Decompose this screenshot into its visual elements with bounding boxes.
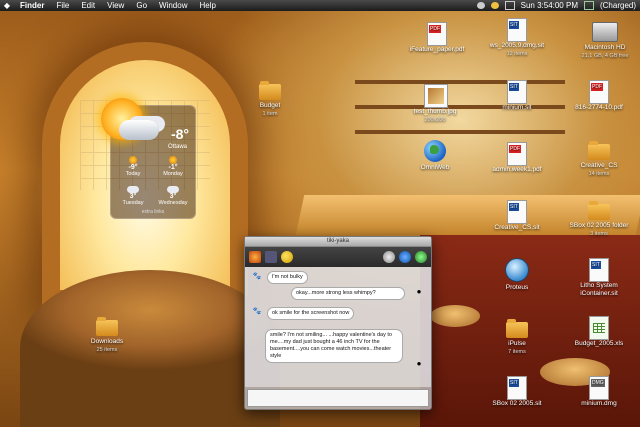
smiley-icon[interactable]: [281, 251, 293, 263]
archive-icon: [507, 376, 527, 400]
person-avatar-icon: ●: [416, 287, 422, 296]
weather-city: Ottawa: [167, 144, 187, 150]
display-icon[interactable]: [504, 1, 515, 10]
folder-icon: [588, 201, 610, 220]
wallpaper-steps: [20, 270, 280, 427]
image-file-icon: [424, 84, 448, 108]
menu-bar: ◆ Finder File Edit View Go Window Help S…: [0, 0, 640, 11]
desktop-icon-creative-sit[interactable]: Creative_CS.sit: [482, 200, 552, 232]
globe-icon: [424, 140, 446, 162]
menu-go[interactable]: Go: [130, 1, 153, 10]
menu-file[interactable]: File: [50, 1, 75, 10]
chat-message: okay...more strong less whimpy?: [291, 287, 405, 300]
cat-avatar-icon: 🐾: [252, 308, 262, 315]
weather-current-temp: -8°: [170, 126, 189, 142]
pdf-icon: [589, 80, 609, 104]
apple-menu-icon[interactable]: ◆: [0, 1, 14, 10]
chat-message: smile? I'm not smiling... ...happy valen…: [265, 329, 403, 363]
desktop-icon-budget-xls[interactable]: Budget_2005.xls: [564, 316, 634, 348]
chat-message: ok smile for the screenshot now: [267, 307, 355, 320]
weather-extra-links[interactable]: extra links: [111, 209, 195, 215]
menu-view[interactable]: View: [101, 1, 130, 10]
folder-icon: [96, 317, 118, 336]
chat-transcript[interactable]: 🐾 I'm not bulky okay...more strong less …: [245, 267, 431, 387]
desktop-icon-sbox-sit[interactable]: SBox 02 2005.sit: [482, 376, 552, 408]
proteus-app-icon: [505, 258, 529, 282]
person-avatar-icon: ●: [416, 359, 422, 368]
desktop-icon-macintosh-hd[interactable]: Macintosh HD 21.1 GB, 4 GB free: [570, 20, 640, 60]
folder-icon: [588, 141, 610, 160]
archive-icon: [589, 258, 609, 282]
cloud-icon: [119, 120, 159, 140]
menu-finder[interactable]: Finder: [14, 1, 50, 10]
contact-photo-icon[interactable]: [265, 251, 277, 263]
sunny-icon: [169, 156, 177, 164]
desktop-icon-test-thumb[interactable]: test_thumb.jpg 200x200: [400, 84, 470, 124]
info-icon[interactable]: [399, 251, 411, 263]
folder-icon: [259, 81, 281, 100]
cloudy-icon: [167, 186, 179, 193]
desktop-icon-ipulse[interactable]: iPulse 7 items: [482, 318, 552, 356]
menu-edit[interactable]: Edit: [75, 1, 101, 10]
weather-day: 3° Wednesday: [155, 186, 191, 206]
desktop-icon-downloads[interactable]: Downloads 25 items: [72, 316, 142, 354]
desktop-icon-pdf-paper[interactable]: iFeature_paper.pdf: [402, 22, 472, 54]
battery-status[interactable]: (Charged): [600, 1, 636, 10]
cat-avatar-icon: 🐾: [252, 273, 262, 280]
sunny-icon: [129, 156, 137, 164]
menu-help[interactable]: Help: [193, 1, 221, 10]
pdf-icon: [427, 22, 447, 46]
chat-message: I'm not bulky: [267, 271, 308, 284]
archive-icon: [507, 200, 527, 224]
volume-icon[interactable]: [476, 2, 485, 9]
weather-day: -9° Today: [115, 156, 151, 177]
weather-day: 3° Tuesday: [115, 186, 151, 206]
buddy-icon[interactable]: [249, 251, 261, 263]
desktop-icon-minium-sit[interactable]: minium.sit: [482, 80, 552, 112]
battery-icon[interactable]: [583, 1, 594, 10]
chat-window[interactable]: tiki-yaka 🐾 I'm not bulky okay...more st…: [244, 236, 432, 410]
cloudy-icon: [127, 186, 139, 193]
desktop-icon-omniweb[interactable]: OmniWeb: [400, 140, 470, 172]
desktop-icon-sbox-folder[interactable]: SBox 02 2005 folder 3 items: [564, 200, 634, 238]
desktop-icon-budget[interactable]: Budget 1 item: [235, 80, 305, 118]
moon-icon[interactable]: [490, 2, 499, 9]
add-contact-icon[interactable]: [415, 251, 427, 263]
weather-day: -1° Monday: [155, 156, 191, 177]
desktop-icon-creative-cs[interactable]: Creative_CS 14 items: [564, 140, 634, 178]
clock-icon[interactable]: [383, 251, 395, 263]
wallpaper-stool: [430, 305, 480, 327]
desktop-icon-ws-sit[interactable]: ws_2005.9.dmg.sit 12 items: [482, 18, 552, 58]
spreadsheet-icon: [589, 316, 609, 340]
chat-toolbar: [245, 247, 431, 267]
chat-window-title[interactable]: tiki-yaka: [245, 237, 431, 247]
menu-window[interactable]: Window: [153, 1, 193, 10]
archive-icon: [507, 18, 527, 42]
desktop-icon-litho[interactable]: Litho System iContainer.sit: [564, 258, 634, 298]
chat-message-input[interactable]: [247, 389, 429, 407]
desktop-icon-proteus[interactable]: Proteus: [482, 258, 552, 292]
folder-icon: [506, 319, 528, 338]
weather-widget[interactable]: -8° Ottawa -9° Today -1° Monday 3° Tuesd…: [101, 98, 196, 219]
desktop-icon-pdf-816[interactable]: 816-2774-10.pdf: [564, 80, 634, 112]
desktop-icon-admin-pdf[interactable]: admin.week1.pdf: [482, 142, 552, 174]
archive-icon: [507, 80, 527, 104]
wallpaper-shelf: [355, 130, 565, 134]
menu-extras: Sun 3:54:00 PM (Charged): [476, 1, 640, 10]
menu-clock[interactable]: Sun 3:54:00 PM: [521, 1, 578, 10]
desktop-icon-minium-dmg[interactable]: minium.dmg: [564, 376, 634, 408]
pdf-icon: [507, 142, 527, 166]
disk-image-icon: [589, 376, 609, 400]
hard-drive-icon: [592, 22, 618, 42]
